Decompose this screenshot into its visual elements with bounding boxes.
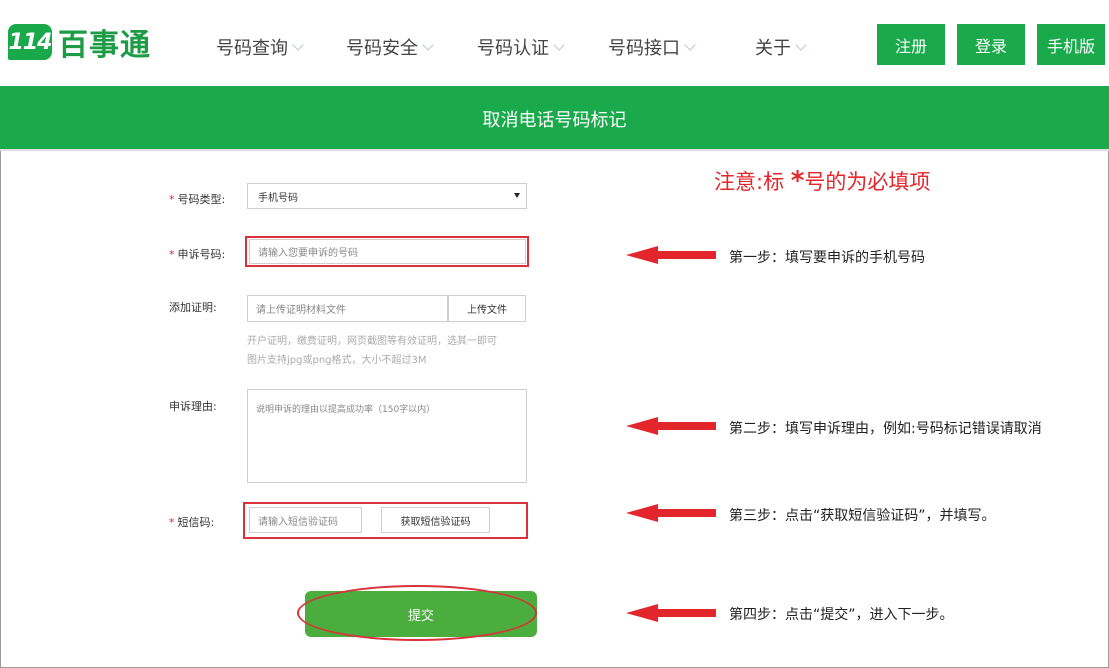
notice-prefix: 注意:标 <box>714 170 791 194</box>
nav-item-number-security[interactable]: 号码安全 <box>346 34 434 60</box>
evidence-hint-2: 图片支持jpg或png格式，大小不超过3M <box>247 355 427 366</box>
chevron-down-icon <box>553 38 565 51</box>
logo-name: 百事通 <box>58 28 151 63</box>
evidence-hint-1: 开户证明，缴费证明，网页截图等有效证明，选其一即可 <box>247 336 497 347</box>
site-header: 114 百事通 号码查询 号码安全 号码认证 号码接口 关于 注册 登录 手机版 <box>0 0 1109 86</box>
required-mark: * <box>169 516 175 529</box>
left-arrow-icon <box>626 246 716 264</box>
upload-file-button[interactable]: 上传文件 <box>448 295 526 322</box>
nav-item-label: 号码查询 <box>216 38 288 59</box>
nav-item-label: 号码认证 <box>477 38 549 59</box>
reason-textarea[interactable]: 说明申诉的理由以提高成功率（150字以内） <box>247 389 527 483</box>
number-type-label: * 号码类型: <box>169 191 225 207</box>
sms-code-label-text: 短信码: <box>177 516 215 529</box>
notice-star: * <box>790 166 805 196</box>
evidence-placeholder: 请上传证明材料文件 <box>256 305 346 316</box>
chevron-down-icon <box>292 38 304 51</box>
step-4-text: 第四步：点击“提交”，进入下一步。 <box>729 607 954 623</box>
number-type-select[interactable]: 手机号码 <box>247 183 527 209</box>
required-mark: * <box>169 193 175 206</box>
nav-item-number-query[interactable]: 号码查询 <box>216 34 304 60</box>
site-logo[interactable]: 114 百事通 <box>8 22 151 63</box>
number-type-value: 手机号码 <box>258 192 298 204</box>
step-2-text: 第二步：填写申诉理由，例如:号码标记错误请取消 <box>729 421 1042 437</box>
left-arrow-icon <box>626 504 716 522</box>
logo-badge: 114 <box>8 24 52 60</box>
page-title: 取消电话号码标记 <box>482 110 627 131</box>
evidence-file-input[interactable]: 请上传证明材料文件 <box>247 295 448 322</box>
step-1-text: 第一步：填写要申诉的手机号码 <box>729 250 925 266</box>
left-arrow-icon <box>626 604 716 622</box>
evidence-label: 添加证明: <box>169 301 217 314</box>
notice-suffix: 号的为必填项 <box>804 170 931 194</box>
reason-label: 申诉理由: <box>169 400 217 413</box>
chevron-down-icon <box>422 38 434 51</box>
reason-placeholder: 说明申诉的理由以提高成功率（150字以内） <box>256 405 436 415</box>
nav-item-about[interactable]: 关于 <box>755 34 807 60</box>
required-mark: * <box>169 248 175 261</box>
banner-divider <box>0 149 1109 151</box>
login-button[interactable]: 登录 <box>957 24 1025 65</box>
nav-item-number-certification[interactable]: 号码认证 <box>477 34 565 60</box>
complaint-number-label-text: 申诉号码: <box>177 248 226 261</box>
left-arrow-icon <box>626 417 716 435</box>
number-type-label-text: 号码类型: <box>177 193 226 206</box>
mobile-version-button[interactable]: 手机版 <box>1037 24 1105 65</box>
register-button[interactable]: 注册 <box>877 24 945 65</box>
nav-item-label: 关于 <box>755 38 791 59</box>
dropdown-arrow-icon <box>514 193 520 198</box>
nav-item-number-api[interactable]: 号码接口 <box>608 34 696 60</box>
chevron-down-icon <box>795 38 807 51</box>
page-banner: 取消电话号码标记 <box>0 86 1109 149</box>
step1-highlight-box <box>245 236 529 267</box>
submit-button[interactable]: 提交 <box>305 591 537 637</box>
step3-highlight-box <box>243 502 528 539</box>
nav-item-label: 号码安全 <box>346 38 418 59</box>
sms-code-label: * 短信码: <box>169 514 214 530</box>
step-3-text: 第三步：点击“获取短信验证码”，并填写。 <box>729 508 996 524</box>
nav-item-label: 号码接口 <box>608 38 680 59</box>
complaint-number-label: * 申诉号码: <box>169 246 225 262</box>
chevron-down-icon <box>684 38 696 51</box>
required-notice: 注意:标 *号的为必填项 <box>714 166 930 196</box>
